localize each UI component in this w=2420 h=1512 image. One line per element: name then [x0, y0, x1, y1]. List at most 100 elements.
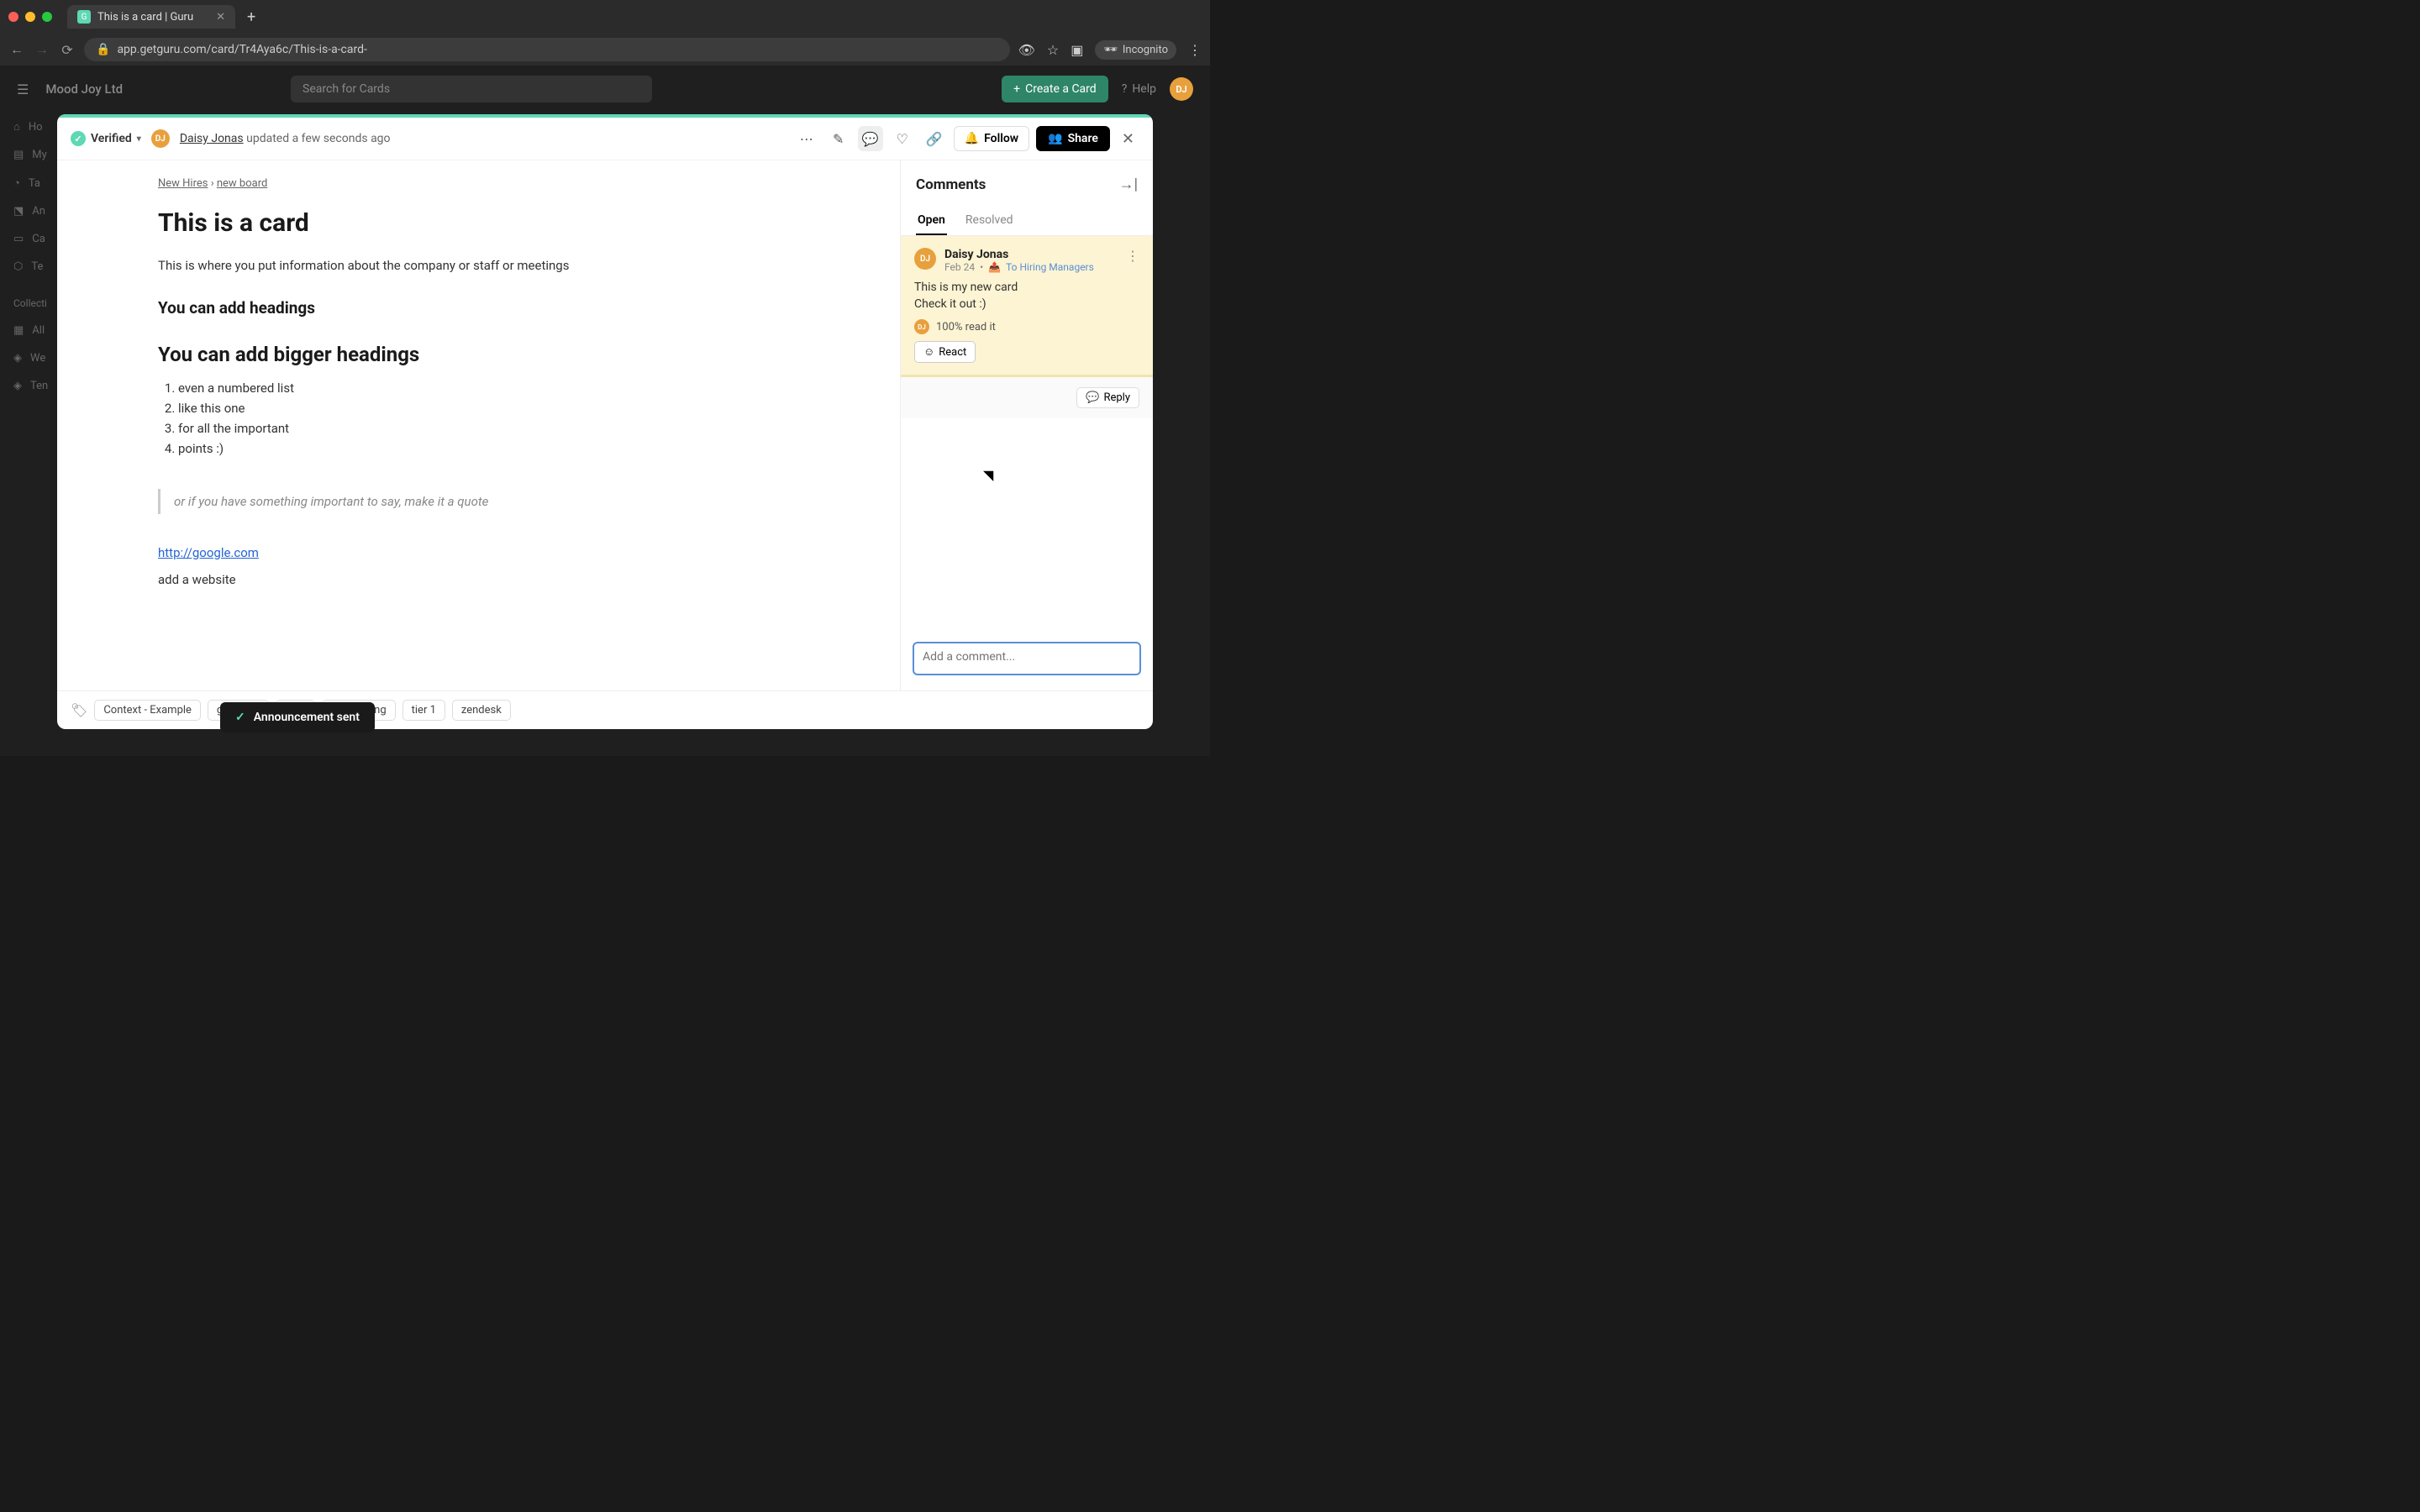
- collapse-panel-icon[interactable]: →|: [1119, 176, 1138, 193]
- back-button[interactable]: ←: [8, 41, 25, 58]
- comment-date: Feb 24: [944, 261, 975, 273]
- comment-more-icon[interactable]: ⋮: [1126, 248, 1139, 264]
- author-avatar: DJ: [151, 129, 170, 148]
- reload-button[interactable]: ⟳: [59, 42, 76, 58]
- sidebar-item[interactable]: ⬡Te: [0, 253, 57, 281]
- tag-icon: 🏷: [71, 702, 87, 718]
- new-tab-button[interactable]: +: [242, 8, 260, 26]
- intro-paragraph: This is where you put information about …: [158, 258, 799, 273]
- tab-open[interactable]: Open: [916, 207, 947, 235]
- eye-off-icon[interactable]: 👁: [1018, 42, 1035, 58]
- verified-dropdown[interactable]: ✓ Verified ▾: [71, 131, 141, 146]
- window-controls: [8, 12, 52, 22]
- hamburger-icon[interactable]: ☰: [17, 81, 29, 97]
- sidebar: ⌂Ho ▤My ◔Ta ⬔An ▭Ca ⬡Te Collecti ▦All ◈W…: [0, 113, 57, 400]
- forward-button[interactable]: →: [34, 41, 50, 58]
- external-link[interactable]: http://google.com: [158, 545, 259, 560]
- list-item: like this one: [178, 398, 799, 418]
- card-toolbar: ✓ Verified ▾ DJ Daisy Jonas updated a fe…: [57, 118, 1153, 160]
- create-label: Create a Card: [1025, 82, 1097, 96]
- favicon-icon: G: [77, 10, 91, 24]
- edit-icon[interactable]: ✎: [826, 126, 851, 151]
- tag[interactable]: zendesk: [452, 700, 511, 721]
- incognito-badge[interactable]: 🕶 Incognito: [1095, 40, 1176, 60]
- breadcrumb-child[interactable]: new board: [217, 177, 267, 190]
- reply-row: 💬 Reply: [901, 377, 1153, 418]
- breadcrumb: New Hires › new board: [158, 177, 799, 190]
- share-button[interactable]: 👥 Share: [1036, 126, 1110, 151]
- minimize-window-icon[interactable]: [25, 12, 35, 22]
- tab-bar: G This is a card | Guru ✕ +: [0, 0, 1210, 34]
- browser-tab[interactable]: G This is a card | Guru ✕: [67, 5, 235, 29]
- star-icon[interactable]: ☆: [1047, 42, 1059, 58]
- create-card-button[interactable]: + Create a Card: [1002, 76, 1108, 102]
- comments-tabs: Open Resolved: [901, 200, 1153, 236]
- app-background: ☰ Mood Joy Ltd Search for Cards + Create…: [0, 66, 1210, 756]
- comment-input[interactable]: [913, 642, 1141, 675]
- sidebar-section: Collecti: [0, 281, 57, 317]
- extension-icon[interactable]: ▣: [1071, 42, 1083, 58]
- breadcrumb-parent[interactable]: New Hires: [158, 177, 208, 190]
- card-content: New Hires › new board This is a card Thi…: [57, 160, 901, 690]
- close-window-icon[interactable]: [8, 12, 18, 22]
- check-icon: ✓: [71, 131, 86, 146]
- list-item: points :): [178, 438, 799, 459]
- verified-label: Verified: [91, 132, 132, 145]
- link-icon[interactable]: 🔗: [922, 126, 947, 151]
- reply-button[interactable]: 💬 Reply: [1076, 387, 1139, 408]
- search-placeholder: Search for Cards: [302, 82, 390, 96]
- list-item: for all the important: [178, 418, 799, 438]
- address-bar[interactable]: 🔒 app.getguru.com/card/Tr4Aya6c/This-is-…: [84, 38, 1010, 61]
- comment-icon[interactable]: 💬: [858, 126, 883, 151]
- incognito-icon: 🕶: [1103, 44, 1118, 56]
- bell-icon: 🔔: [965, 132, 979, 145]
- close-tab-icon[interactable]: ✕: [216, 11, 225, 24]
- updated-text: updated a few seconds ago: [246, 132, 390, 145]
- list-item: even a numbered list: [178, 378, 799, 398]
- tab-title: This is a card | Guru: [97, 11, 193, 24]
- sidebar-item[interactable]: ▭Ca: [0, 225, 57, 253]
- heading-small: You can add headings: [158, 298, 799, 318]
- blockquote: or if you have something important to sa…: [158, 489, 799, 514]
- maximize-window-icon[interactable]: [42, 12, 52, 22]
- more-icon[interactable]: ⋯: [794, 126, 819, 151]
- user-avatar[interactable]: DJ: [1170, 77, 1193, 101]
- comment-item: DJ Daisy Jonas Feb 24 • 📤 To Hiring Mana…: [901, 236, 1153, 377]
- search-input[interactable]: Search for Cards: [291, 76, 652, 102]
- toast-notification: ✓ Announcement sent: [220, 702, 375, 732]
- card-modal: ✓ Verified ▾ DJ Daisy Jonas updated a fe…: [57, 114, 1153, 729]
- heading-big: You can add bigger headings: [158, 343, 799, 366]
- plus-icon: +: [1013, 82, 1020, 96]
- react-button[interactable]: ☺ React: [914, 341, 976, 363]
- toast-message: Announcement sent: [254, 711, 360, 724]
- sidebar-item[interactable]: ⬔An: [0, 197, 57, 225]
- sidebar-item[interactable]: ▦All: [0, 317, 57, 344]
- link-caption: add a website: [158, 572, 799, 587]
- ordered-list: even a numbered list like this one for a…: [158, 378, 799, 459]
- send-icon: 📤: [988, 261, 1001, 273]
- sidebar-item[interactable]: ⌂Ho: [0, 113, 57, 141]
- help-link[interactable]: ? Help: [1122, 82, 1156, 96]
- close-modal-button[interactable]: ✕: [1117, 130, 1139, 148]
- incognito-label: Incognito: [1123, 44, 1168, 56]
- tag[interactable]: tier 1: [402, 700, 445, 721]
- share-label: Share: [1068, 132, 1098, 145]
- heart-icon[interactable]: ♡: [890, 126, 915, 151]
- author-text: Daisy Jonas updated a few seconds ago: [180, 132, 391, 145]
- sidebar-item[interactable]: ◈We: [0, 344, 57, 372]
- sidebar-item[interactable]: ◔Ta: [0, 169, 57, 197]
- sidebar-item[interactable]: ◈Ten: [0, 372, 57, 400]
- share-icon: 👥: [1048, 132, 1062, 145]
- tab-resolved[interactable]: Resolved: [964, 207, 1015, 235]
- comment-author: Daisy Jonas: [944, 248, 1118, 261]
- follow-button[interactable]: 🔔 Follow: [954, 126, 1029, 151]
- sidebar-item[interactable]: ▤My: [0, 141, 57, 169]
- url-text: app.getguru.com/card/Tr4Aya6c/This-is-a-…: [117, 43, 366, 56]
- url-bar: ← → ⟳ 🔒 app.getguru.com/card/Tr4Aya6c/Th…: [0, 34, 1210, 66]
- org-name: Mood Joy Ltd: [45, 81, 123, 97]
- browser-menu-icon[interactable]: ⋮: [1188, 42, 1202, 58]
- check-icon: ✓: [235, 711, 245, 724]
- author-link[interactable]: Daisy Jonas: [180, 132, 244, 145]
- browser-chrome: G This is a card | Guru ✕ + ← → ⟳ 🔒 app.…: [0, 0, 1210, 66]
- tag[interactable]: Context - Example: [94, 700, 201, 721]
